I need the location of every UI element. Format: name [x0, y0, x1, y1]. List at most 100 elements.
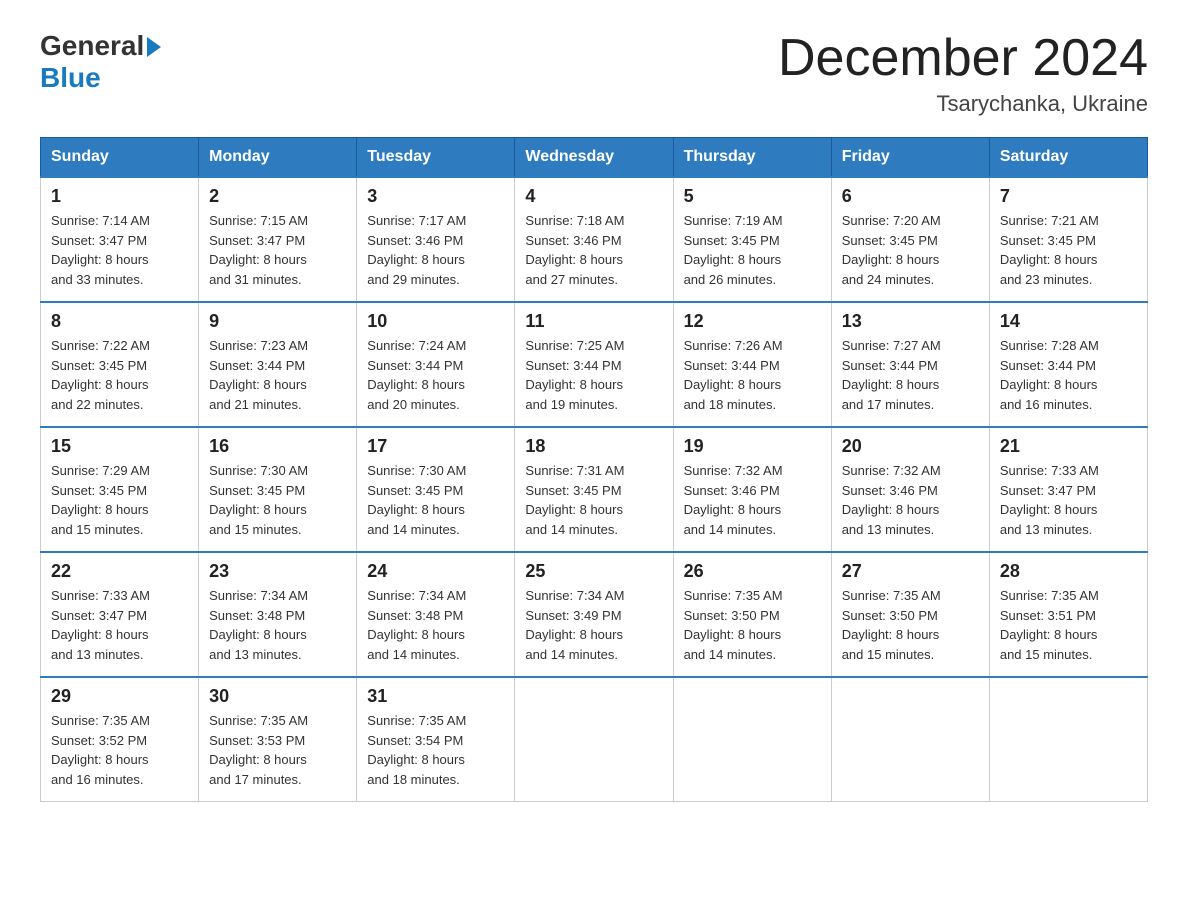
- day-number: 1: [51, 186, 188, 207]
- table-row: 8 Sunrise: 7:22 AMSunset: 3:45 PMDaylight…: [41, 302, 199, 427]
- day-info: Sunrise: 7:35 AMSunset: 3:54 PMDaylight:…: [367, 711, 504, 789]
- day-number: 9: [209, 311, 346, 332]
- day-info: Sunrise: 7:21 AMSunset: 3:45 PMDaylight:…: [1000, 211, 1137, 289]
- table-row: 3 Sunrise: 7:17 AMSunset: 3:46 PMDaylight…: [357, 177, 515, 302]
- day-number: 18: [525, 436, 662, 457]
- day-number: 6: [842, 186, 979, 207]
- header-friday: Friday: [831, 138, 989, 178]
- table-row: 10 Sunrise: 7:24 AMSunset: 3:44 PMDayligh…: [357, 302, 515, 427]
- day-info: Sunrise: 7:22 AMSunset: 3:45 PMDaylight:…: [51, 336, 188, 414]
- calendar-table: Sunday Monday Tuesday Wednesday Thursday…: [40, 137, 1148, 802]
- logo-general-text: General: [40, 30, 144, 62]
- day-info: Sunrise: 7:35 AMSunset: 3:51 PMDaylight:…: [1000, 586, 1137, 664]
- header-saturday: Saturday: [989, 138, 1147, 178]
- day-info: Sunrise: 7:23 AMSunset: 3:44 PMDaylight:…: [209, 336, 346, 414]
- day-number: 10: [367, 311, 504, 332]
- day-info: Sunrise: 7:19 AMSunset: 3:45 PMDaylight:…: [684, 211, 821, 289]
- table-row: 11Sunrise: 7:25 AMSunset: 3:44 PMDayligh…: [515, 302, 673, 427]
- title-section: December 2024 Tsarychanka, Ukraine: [778, 30, 1148, 117]
- table-row: 29 Sunrise: 7:35 AMSunset: 3:52 PMDayligh…: [41, 677, 199, 802]
- logo-blue-text: Blue: [40, 62, 101, 94]
- table-row: 19Sunrise: 7:32 AMSunset: 3:46 PMDayligh…: [673, 427, 831, 552]
- day-number: 8: [51, 311, 188, 332]
- header-monday: Monday: [199, 138, 357, 178]
- table-row: 7 Sunrise: 7:21 AMSunset: 3:45 PMDaylight…: [989, 177, 1147, 302]
- day-number: 4: [525, 186, 662, 207]
- header-sunday: Sunday: [41, 138, 199, 178]
- table-row: 13 Sunrise: 7:27 AMSunset: 3:44 PMDayligh…: [831, 302, 989, 427]
- day-info: Sunrise: 7:34 AMSunset: 3:48 PMDaylight:…: [209, 586, 346, 664]
- header-tuesday: Tuesday: [357, 138, 515, 178]
- day-number: 24: [367, 561, 504, 582]
- day-info: Sunrise: 7:34 AMSunset: 3:49 PMDaylight:…: [525, 586, 662, 664]
- table-row: 23 Sunrise: 7:34 AMSunset: 3:48 PMDayligh…: [199, 552, 357, 677]
- calendar-week-row: 15Sunrise: 7:29 AMSunset: 3:45 PMDayligh…: [41, 427, 1148, 552]
- day-number: 3: [367, 186, 504, 207]
- day-info: Sunrise: 7:24 AMSunset: 3:44 PMDaylight:…: [367, 336, 504, 414]
- day-number: 25: [525, 561, 662, 582]
- table-row: 15Sunrise: 7:29 AMSunset: 3:45 PMDayligh…: [41, 427, 199, 552]
- day-number: 7: [1000, 186, 1137, 207]
- day-info: Sunrise: 7:35 AMSunset: 3:53 PMDaylight:…: [209, 711, 346, 789]
- day-info: Sunrise: 7:33 AMSunset: 3:47 PMDaylight:…: [51, 586, 188, 664]
- table-row: 17 Sunrise: 7:30 AMSunset: 3:45 PMDayligh…: [357, 427, 515, 552]
- day-number: 16: [209, 436, 346, 457]
- calendar-week-row: 22 Sunrise: 7:33 AMSunset: 3:47 PMDayligh…: [41, 552, 1148, 677]
- table-row: 31 Sunrise: 7:35 AMSunset: 3:54 PMDayligh…: [357, 677, 515, 802]
- table-row: 16 Sunrise: 7:30 AMSunset: 3:45 PMDayligh…: [199, 427, 357, 552]
- location: Tsarychanka, Ukraine: [778, 91, 1148, 117]
- table-row: 18 Sunrise: 7:31 AMSunset: 3:45 PMDayligh…: [515, 427, 673, 552]
- header-thursday: Thursday: [673, 138, 831, 178]
- day-info: Sunrise: 7:27 AMSunset: 3:44 PMDaylight:…: [842, 336, 979, 414]
- table-row: [515, 677, 673, 802]
- table-row: 1Sunrise: 7:14 AMSunset: 3:47 PMDaylight…: [41, 177, 199, 302]
- day-number: 5: [684, 186, 821, 207]
- day-number: 30: [209, 686, 346, 707]
- table-row: [831, 677, 989, 802]
- day-number: 17: [367, 436, 504, 457]
- day-number: 29: [51, 686, 188, 707]
- table-row: 26 Sunrise: 7:35 AMSunset: 3:50 PMDayligh…: [673, 552, 831, 677]
- table-row: 20Sunrise: 7:32 AMSunset: 3:46 PMDayligh…: [831, 427, 989, 552]
- day-number: 19: [684, 436, 821, 457]
- day-info: Sunrise: 7:18 AMSunset: 3:46 PMDaylight:…: [525, 211, 662, 289]
- day-info: Sunrise: 7:30 AMSunset: 3:45 PMDaylight:…: [367, 461, 504, 539]
- table-row: 12Sunrise: 7:26 AMSunset: 3:44 PMDayligh…: [673, 302, 831, 427]
- day-info: Sunrise: 7:26 AMSunset: 3:44 PMDaylight:…: [684, 336, 821, 414]
- table-row: [989, 677, 1147, 802]
- day-number: 31: [367, 686, 504, 707]
- day-info: Sunrise: 7:17 AMSunset: 3:46 PMDaylight:…: [367, 211, 504, 289]
- day-number: 28: [1000, 561, 1137, 582]
- day-info: Sunrise: 7:28 AMSunset: 3:44 PMDaylight:…: [1000, 336, 1137, 414]
- day-number: 21: [1000, 436, 1137, 457]
- month-title: December 2024: [778, 30, 1148, 87]
- day-number: 26: [684, 561, 821, 582]
- table-row: 22 Sunrise: 7:33 AMSunset: 3:47 PMDayligh…: [41, 552, 199, 677]
- page-header: General Blue December 2024 Tsarychanka, …: [40, 30, 1148, 117]
- table-row: 30 Sunrise: 7:35 AMSunset: 3:53 PMDayligh…: [199, 677, 357, 802]
- day-info: Sunrise: 7:31 AMSunset: 3:45 PMDaylight:…: [525, 461, 662, 539]
- table-row: 25 Sunrise: 7:34 AMSunset: 3:49 PMDayligh…: [515, 552, 673, 677]
- table-row: 21Sunrise: 7:33 AMSunset: 3:47 PMDayligh…: [989, 427, 1147, 552]
- table-row: 5 Sunrise: 7:19 AMSunset: 3:45 PMDaylight…: [673, 177, 831, 302]
- day-info: Sunrise: 7:35 AMSunset: 3:50 PMDaylight:…: [684, 586, 821, 664]
- table-row: 24 Sunrise: 7:34 AMSunset: 3:48 PMDayligh…: [357, 552, 515, 677]
- calendar-header-row: Sunday Monday Tuesday Wednesday Thursday…: [41, 138, 1148, 178]
- calendar-week-row: 1Sunrise: 7:14 AMSunset: 3:47 PMDaylight…: [41, 177, 1148, 302]
- table-row: 14 Sunrise: 7:28 AMSunset: 3:44 PMDayligh…: [989, 302, 1147, 427]
- day-number: 22: [51, 561, 188, 582]
- day-info: Sunrise: 7:34 AMSunset: 3:48 PMDaylight:…: [367, 586, 504, 664]
- logo-arrow-icon: [147, 37, 161, 57]
- table-row: 6 Sunrise: 7:20 AMSunset: 3:45 PMDaylight…: [831, 177, 989, 302]
- day-info: Sunrise: 7:20 AMSunset: 3:45 PMDaylight:…: [842, 211, 979, 289]
- day-info: Sunrise: 7:35 AMSunset: 3:52 PMDaylight:…: [51, 711, 188, 789]
- day-number: 14: [1000, 311, 1137, 332]
- calendar-week-row: 29 Sunrise: 7:35 AMSunset: 3:52 PMDayligh…: [41, 677, 1148, 802]
- day-number: 23: [209, 561, 346, 582]
- table-row: 9 Sunrise: 7:23 AMSunset: 3:44 PMDaylight…: [199, 302, 357, 427]
- day-info: Sunrise: 7:30 AMSunset: 3:45 PMDaylight:…: [209, 461, 346, 539]
- calendar-week-row: 8 Sunrise: 7:22 AMSunset: 3:45 PMDaylight…: [41, 302, 1148, 427]
- day-number: 13: [842, 311, 979, 332]
- day-info: Sunrise: 7:29 AMSunset: 3:45 PMDaylight:…: [51, 461, 188, 539]
- table-row: 28 Sunrise: 7:35 AMSunset: 3:51 PMDayligh…: [989, 552, 1147, 677]
